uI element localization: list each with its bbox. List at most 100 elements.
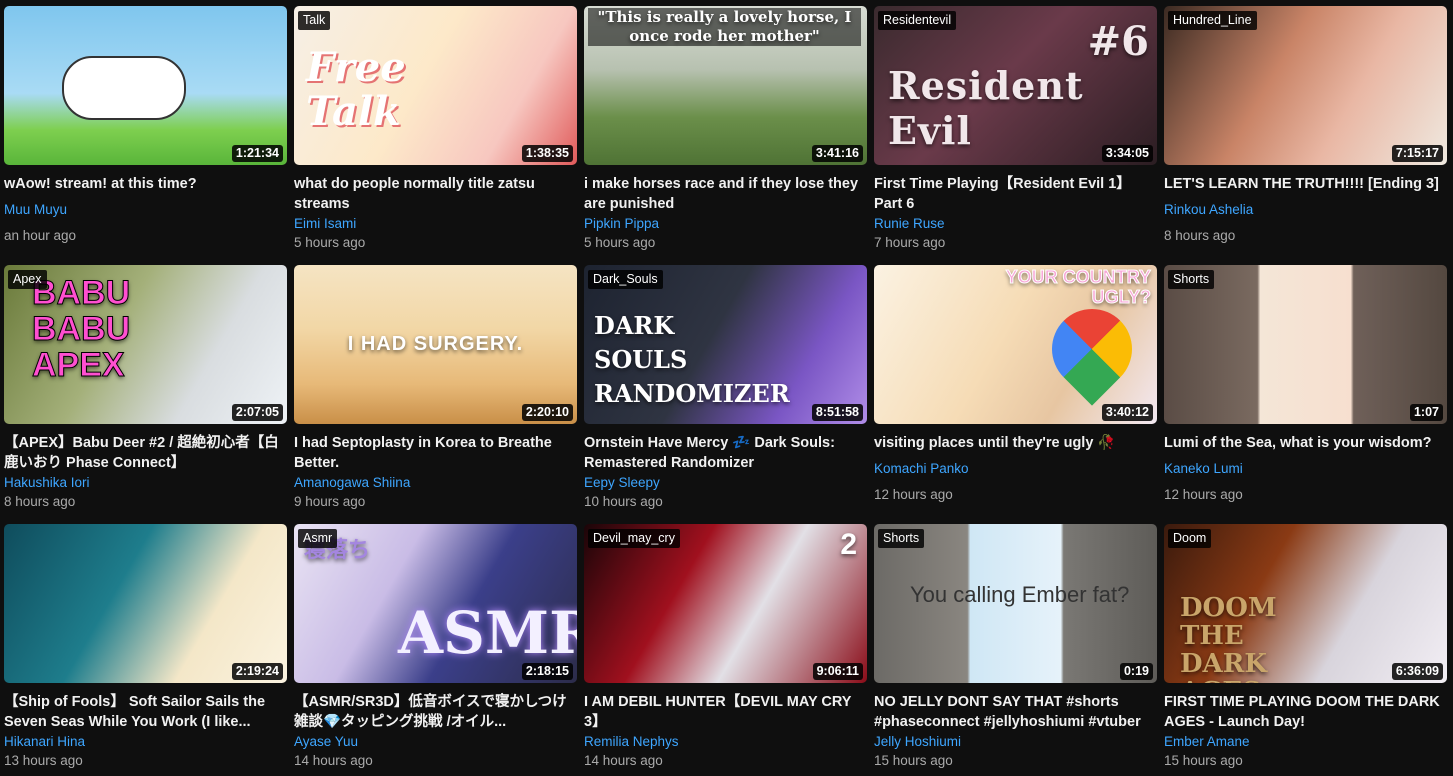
upload-time: 12 hours ago — [1164, 487, 1243, 502]
upload-time: 5 hours ago — [584, 235, 656, 250]
upload-time: 7 hours ago — [874, 235, 946, 250]
video-title-link[interactable]: 【Ship of Fools】 Soft Sailor Sails the Se… — [4, 692, 287, 732]
video-title-link[interactable]: visiting places until they're ugly 🥀 — [874, 433, 1157, 453]
video-card[interactable]: 2:19:24 【Ship of Fools】 Soft Sailor Sails… — [4, 524, 287, 776]
video-meta: what do people normally title zatsu stre… — [294, 165, 577, 252]
video-thumbnail[interactable]: 2:19:24 — [4, 524, 287, 683]
upload-time: 12 hours ago — [874, 487, 953, 502]
upload-time: an hour ago — [4, 228, 77, 243]
video-card[interactable]: Shorts 1:07 Lumi of the Sea, what is your … — [1164, 265, 1447, 524]
video-thumbnail[interactable]: DOOM THE DARK AGES Doom 6:36:09 — [1164, 524, 1447, 683]
video-card[interactable]: I HAD SURGERY. 2:20:10 I had Septoplasty i… — [294, 265, 577, 524]
thumbnail-title-text: Free Talk — [306, 44, 406, 135]
video-card[interactable]: You calling Ember fat? Shorts 0:19 NO JELLY… — [874, 524, 1157, 776]
video-thumbnail[interactable]: YOUR COUNTRY UGLY? 3:40:12 — [874, 265, 1157, 424]
channel-name-link[interactable]: Komachi Panko — [874, 460, 1157, 478]
upload-time: 5 hours ago — [294, 235, 366, 250]
channel-name-link[interactable]: Ayase Yuu — [294, 733, 577, 751]
video-card[interactable]: 2 Devil_may_cry 9:06:11 I AM DEBIL HUNTER【D… — [584, 524, 867, 776]
duration-badge: 6:36:09 — [1391, 663, 1443, 680]
video-thumbnail[interactable]: Shorts 1:07 — [1164, 265, 1447, 424]
video-meta: I AM DEBIL HUNTER【DEVIL MAY CRY 3】 Remili… — [584, 683, 867, 770]
video-meta: FIRST TIME PLAYING DOOM THE DARK AGES - … — [1164, 683, 1447, 770]
video-title-link[interactable]: i make horses race and if they lose they… — [584, 174, 867, 214]
duration-badge: 7:15:17 — [1391, 145, 1443, 162]
video-title-link[interactable]: Lumi of the Sea, what is your wisdom? — [1164, 433, 1447, 453]
game-tag-badge: Doom — [1168, 529, 1212, 548]
game-tag-badge: Residentevil — [878, 11, 957, 30]
duration-badge: 2:19:24 — [231, 663, 283, 680]
video-title-link[interactable]: FIRST TIME PLAYING DOOM THE DARK AGES - … — [1164, 692, 1447, 732]
channel-name-link[interactable]: Muu Muyu — [4, 201, 287, 219]
channel-name-link[interactable]: Hikanari Hina — [4, 733, 287, 751]
channel-name-link[interactable]: Amanogawa Shiina — [294, 474, 577, 492]
duration-badge: 8:51:58 — [811, 404, 863, 421]
game-tag-badge: Talk — [298, 11, 331, 30]
channel-name-link[interactable]: Jelly Hoshiumi — [874, 733, 1157, 751]
duration-badge: 2:20:10 — [521, 404, 573, 421]
video-card[interactable]: DOOM THE DARK AGES Doom 6:36:09 FIRST TIME … — [1164, 524, 1447, 776]
thumbnail-art — [4, 524, 287, 683]
video-meta: Ornstein Have Mercy 💤 Dark Souls: Remast… — [584, 424, 867, 511]
video-title-link[interactable]: I had Septoplasty in Korea to Breathe Be… — [294, 433, 577, 473]
upload-time: 15 hours ago — [874, 753, 953, 768]
video-thumbnail[interactable]: "This is really a lovely horse, I once r… — [584, 6, 867, 165]
channel-name-link[interactable]: Remilia Nephys — [584, 733, 867, 751]
cow-illustration — [62, 56, 186, 120]
thumbnail-title-text: I HAD SURGERY. — [347, 333, 524, 355]
thumbnail-title-text: BABU BABU APEX — [32, 274, 131, 384]
game-tag-badge: Hundred_Line — [1168, 11, 1257, 30]
video-grid: 1:21:34 wAow! stream! at this time? Muu Mu… — [0, 0, 1453, 776]
video-thumbnail[interactable]: 2 Devil_may_cry 9:06:11 — [584, 524, 867, 683]
video-thumbnail[interactable]: Resident Evil #6 Residentevil 3:34:05 — [874, 6, 1157, 165]
game-tag-badge: Apex — [8, 270, 47, 289]
video-thumbnail[interactable]: BABU BABU APEX Apex 2:07:05 — [4, 265, 287, 424]
video-card[interactable]: DARK SOULS RANDOMIZER Dark_Souls 8:51:58 Or… — [584, 265, 867, 524]
duration-badge: 1:21:34 — [231, 145, 283, 162]
video-card[interactable]: 1:21:34 wAow! stream! at this time? Muu Mu… — [4, 6, 287, 265]
video-card[interactable]: Resident Evil #6 Residentevil 3:34:05 First … — [874, 6, 1157, 265]
channel-name-link[interactable]: Runie Ruse — [874, 215, 1157, 233]
upload-time: 14 hours ago — [294, 753, 373, 768]
video-thumbnail[interactable]: I HAD SURGERY. 2:20:10 — [294, 265, 577, 424]
video-thumbnail[interactable]: Free Talk Talk 1:38:35 — [294, 6, 577, 165]
video-card[interactable]: Free Talk Talk 1:38:35 what do people norma… — [294, 6, 577, 265]
channel-name-link[interactable]: Ember Amane — [1164, 733, 1447, 751]
video-meta: wAow! stream! at this time? Muu Muyu an ho… — [4, 165, 287, 245]
channel-name-link[interactable]: Kaneko Lumi — [1164, 460, 1447, 478]
video-title-link[interactable]: NO JELLY DONT SAY THAT #shorts #phasecon… — [874, 692, 1157, 732]
video-card[interactable]: BABU BABU APEX Apex 2:07:05 【APEX】Babu Deer… — [4, 265, 287, 524]
video-title-link[interactable]: 【ASMR/SR3D】低音ボイスで寝かしつけ雑談💎タッピング挑戦 /オイル... — [294, 692, 577, 732]
channel-name-link[interactable]: Eepy Sleepy — [584, 474, 867, 492]
thumbnail-quote-text: "This is really a lovely horse, I once r… — [588, 8, 861, 46]
thumbnail-title-text: ASMR — [398, 599, 577, 667]
video-thumbnail[interactable]: Hundred_Line 7:15:17 — [1164, 6, 1447, 165]
video-card[interactable]: YOUR COUNTRY UGLY? 3:40:12 visiting places… — [874, 265, 1157, 524]
video-card[interactable]: "This is really a lovely horse, I once r… — [584, 6, 867, 265]
duration-badge: 1:07 — [1409, 404, 1443, 421]
upload-time: 9 hours ago — [294, 494, 366, 509]
channel-name-link[interactable]: Pipkin Pippa — [584, 215, 867, 233]
video-title-link[interactable]: what do people normally title zatsu stre… — [294, 174, 577, 214]
channel-name-link[interactable]: Hakushika Iori — [4, 474, 287, 492]
thumbnail-number-text: #6 — [1087, 18, 1149, 65]
upload-time: 8 hours ago — [1164, 228, 1236, 243]
video-thumbnail[interactable]: 1:21:34 — [4, 6, 287, 165]
video-meta: LET'S LEARN THE TRUTH!!!! [Ending 3] Rink… — [1164, 165, 1447, 245]
video-title-link[interactable]: I AM DEBIL HUNTER【DEVIL MAY CRY 3】 — [584, 692, 867, 732]
channel-name-link[interactable]: Eimi Isami — [294, 215, 577, 233]
video-card[interactable]: Hundred_Line 7:15:17 LET'S LEARN THE TRUTH… — [1164, 6, 1447, 265]
duration-badge: 1:38:35 — [521, 145, 573, 162]
video-thumbnail[interactable]: DARK SOULS RANDOMIZER Dark_Souls 8:51:58 — [584, 265, 867, 424]
video-card[interactable]: ASMR 寝落ち Asmr 2:18:15 【ASMR/SR3D】低音ボイスで寝かしつけ… — [294, 524, 577, 776]
video-title-link[interactable]: wAow! stream! at this time? — [4, 174, 287, 194]
video-title-link[interactable]: First Time Playing【Resident Evil 1】Part … — [874, 174, 1157, 214]
video-title-link[interactable]: 【APEX】Babu Deer #2 / 超絶初心者【白鹿いおり Phase C… — [4, 433, 287, 473]
video-title-link[interactable]: LET'S LEARN THE TRUTH!!!! [Ending 3] — [1164, 174, 1447, 194]
video-thumbnail[interactable]: ASMR 寝落ち Asmr 2:18:15 — [294, 524, 577, 683]
video-title-link[interactable]: Ornstein Have Mercy 💤 Dark Souls: Remast… — [584, 433, 867, 473]
video-meta: NO JELLY DONT SAY THAT #shorts #phasecon… — [874, 683, 1157, 770]
video-meta: Lumi of the Sea, what is your wisdom? Kan… — [1164, 424, 1447, 504]
video-thumbnail[interactable]: You calling Ember fat? Shorts 0:19 — [874, 524, 1157, 683]
channel-name-link[interactable]: Rinkou Ashelia — [1164, 201, 1447, 219]
